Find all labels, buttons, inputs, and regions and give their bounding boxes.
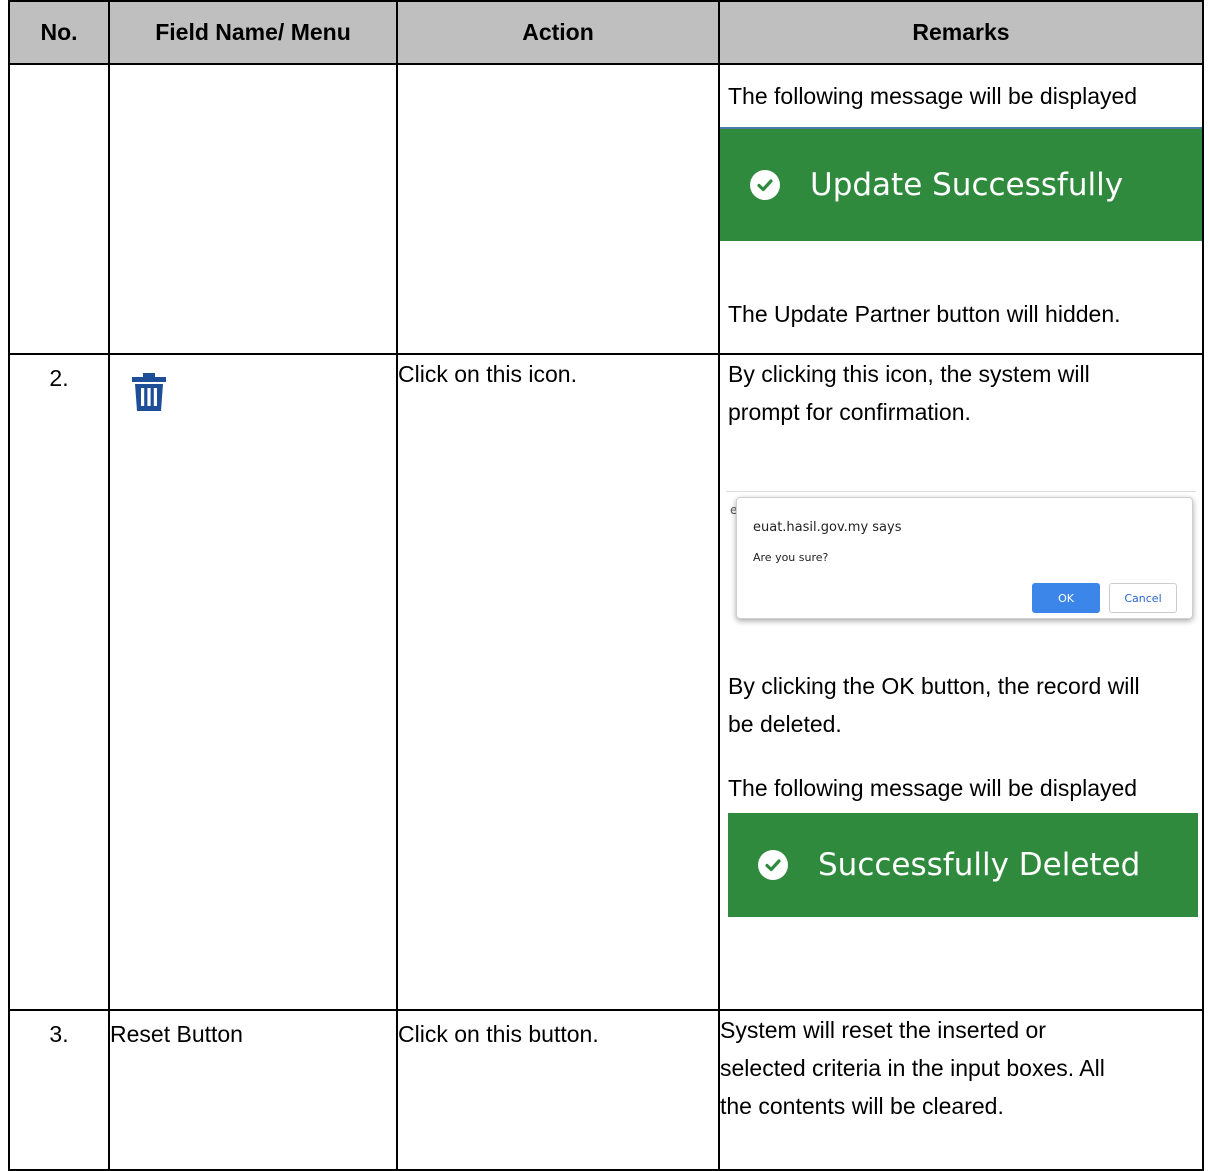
toast-text: Update Successfully — [810, 167, 1124, 203]
remark-line: By clicking the OK button, the record wi… — [728, 673, 1140, 699]
remark-text: The following message will be displayed — [728, 775, 1138, 801]
header-no: No. — [8, 0, 110, 65]
dialog-message: Are you sure? — [753, 551, 829, 564]
cell-action — [396, 63, 720, 355]
header-remarks: Remarks — [718, 0, 1204, 65]
cell-remarks: By clicking this icon, the system will p… — [718, 353, 1204, 1011]
header-field: Field Name/ Menu — [108, 0, 398, 65]
remark-line: System will reset the inserted or — [720, 1017, 1046, 1043]
cell-no: 2. — [8, 353, 110, 1011]
remark-text: The following message will be displayed — [728, 83, 1138, 109]
instruction-table: No. Field Name/ Menu Action Remarks The … — [8, 0, 1204, 1171]
cell-remarks: The following message will be displayed … — [718, 63, 1204, 355]
remark-text: By clicking this icon, the system will p… — [720, 355, 1202, 431]
cell-field: Reset Button — [108, 1009, 398, 1171]
delete-success-toast: Successfully Deleted — [728, 813, 1198, 917]
cell-no — [8, 63, 110, 355]
remark-line: prompt for confirmation. — [728, 399, 971, 425]
header-action: Action — [396, 0, 720, 65]
cell-no: 3. — [8, 1009, 110, 1171]
cell-field — [108, 63, 398, 355]
remark-line: be deleted. — [728, 711, 842, 737]
cancel-button[interactable]: Cancel — [1109, 583, 1177, 613]
cell-action: Click on this button. — [396, 1009, 720, 1171]
ok-button[interactable]: OK — [1032, 583, 1100, 613]
header-row: No. Field Name/ Menu Action Remarks — [8, 0, 1204, 65]
table-row: The following message will be displayed … — [8, 63, 1204, 355]
confirm-dialog-screenshot: e euat.hasil.gov.my says Are you sure? O… — [726, 477, 1196, 627]
trash-icon — [132, 373, 166, 416]
remark-line: By clicking this icon, the system will — [728, 361, 1090, 387]
remark-line: selected criteria in the input boxes. Al… — [720, 1055, 1105, 1081]
dialog-title: euat.hasil.gov.my says — [753, 520, 902, 535]
check-circle-icon — [750, 170, 780, 200]
cell-field — [108, 353, 398, 1011]
table-row: 2. Click on this icon. By clicking this … — [8, 353, 1204, 1011]
table-row: 3. Reset Button Click on this button. Sy… — [8, 1009, 1204, 1171]
cell-action: Click on this icon. — [396, 353, 720, 1011]
remark-text: By clicking the OK button, the record wi… — [720, 627, 1202, 743]
update-success-toast: Update Successfully — [720, 129, 1202, 241]
confirm-dialog: euat.hasil.gov.my says Are you sure? OK … — [736, 497, 1193, 619]
cell-remarks: System will reset the inserted or select… — [718, 1009, 1204, 1171]
remark-line: the contents will be cleared. — [720, 1093, 1004, 1119]
remark-text: The Update Partner button will hidden. — [728, 301, 1121, 327]
toast-text: Successfully Deleted — [818, 847, 1141, 883]
check-circle-icon — [758, 850, 788, 880]
